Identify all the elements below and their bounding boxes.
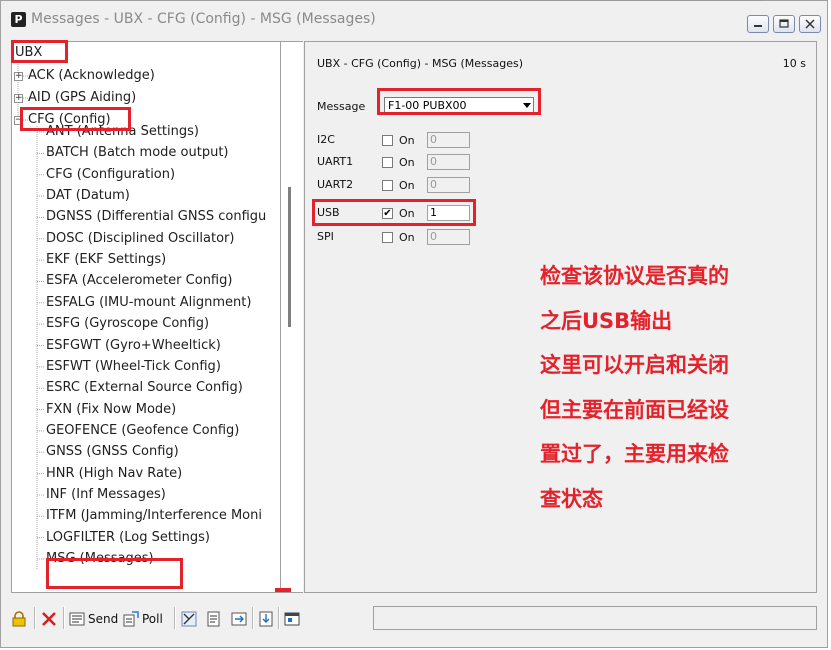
status-field: [373, 606, 817, 630]
refresh-rate: 10 s: [782, 57, 806, 70]
poll-button[interactable]: Poll: [142, 612, 163, 626]
expand-icon[interactable]: +: [14, 94, 23, 103]
transfer-icon[interactable]: [231, 611, 247, 627]
window-icon[interactable]: [284, 611, 300, 627]
messages-window: P Messages - UBX - CFG (Config) - MSG (M…: [0, 0, 828, 648]
poll-icon: [123, 611, 139, 627]
tree-scrollbar[interactable]: [281, 41, 303, 593]
annotation-line: 之后USB输出: [540, 308, 673, 333]
port-checkbox-uart2[interactable]: [382, 180, 393, 191]
highlight-usb-row: [312, 199, 476, 226]
highlight-ubx: [11, 40, 68, 63]
port-label-uart1: UART1: [317, 155, 354, 168]
close-icon[interactable]: [41, 611, 57, 627]
tree-item-cfg-child[interactable]: ESFWT (Wheel-Tick Config): [46, 358, 221, 376]
close-icon: [805, 19, 815, 29]
port-label-spi: SPI: [317, 230, 334, 243]
message-config-panel: UBX - CFG (Config) - MSG (Messages) 10 s…: [304, 41, 817, 593]
tree-item-ack[interactable]: ACK (Acknowledge): [28, 67, 155, 85]
maximize-icon: [779, 19, 789, 28]
tree-item-cfg-child[interactable]: HNR (High Nav Rate): [46, 465, 182, 483]
highlight-message-select: [377, 88, 541, 115]
lock-icon[interactable]: [11, 611, 27, 627]
tree-item-cfg-child[interactable]: ITFM (Jamming/Interference Moni: [46, 507, 262, 525]
tree-item-cfg-child[interactable]: ESFA (Accelerometer Config): [46, 272, 232, 290]
highlight-msg: [46, 558, 183, 589]
on-label: On: [399, 179, 415, 192]
tree-item-cfg-child[interactable]: ESFGWT (Gyro+Wheeltick): [46, 337, 221, 355]
port-checkbox-uart1[interactable]: [382, 157, 393, 168]
scrollbar-thumb[interactable]: [288, 187, 291, 327]
app-icon: P: [11, 12, 26, 27]
window-title: Messages - UBX - CFG (Config) - MSG (Mes…: [31, 11, 376, 27]
port-label-i2c: I2C: [317, 133, 335, 146]
red-marker: [275, 588, 291, 592]
message-label: Message: [317, 100, 366, 113]
import-icon[interactable]: [258, 611, 274, 627]
expand-icon[interactable]: +: [14, 72, 23, 81]
port-checkbox-i2c[interactable]: [382, 135, 393, 146]
port-rate-input-uart1[interactable]: 0: [427, 154, 470, 170]
tree-item-cfg-child[interactable]: GNSS (GNSS Config): [46, 443, 179, 461]
tree-item-cfg-child[interactable]: FXN (Fix Now Mode): [46, 401, 176, 419]
panel-title: UBX - CFG (Config) - MSG (Messages): [317, 57, 523, 70]
tree-item-cfg-child[interactable]: DAT (Datum): [46, 187, 130, 205]
tree-item-cfg-child[interactable]: ESRC (External Source Config): [46, 379, 243, 397]
send-button[interactable]: Send: [88, 612, 118, 626]
document-icon[interactable]: [206, 611, 222, 627]
on-label: On: [399, 156, 415, 169]
annotation-line: 这里可以开启和关闭: [540, 353, 729, 377]
send-icon: [69, 612, 85, 626]
on-label: On: [399, 231, 415, 244]
tree-item-cfg-child[interactable]: ESFALG (IMU-mount Alignment): [46, 294, 251, 312]
tree-item-cfg-child[interactable]: CFG (Configuration): [46, 166, 175, 184]
tree-item-cfg-child[interactable]: INF (Inf Messages): [46, 486, 166, 504]
port-label-uart2: UART2: [317, 178, 354, 191]
tree-item-cfg-child[interactable]: GEOFENCE (Geofence Config): [46, 422, 239, 440]
tree-item-cfg-child[interactable]: DGNSS (Differential GNSS configu: [46, 208, 266, 226]
tree-item-cfg-child[interactable]: BATCH (Batch mode output): [46, 144, 229, 162]
highlight-cfg: [20, 107, 131, 131]
tree-item-cfg-child[interactable]: LOGFILTER (Log Settings): [46, 529, 210, 547]
port-rate-input-spi[interactable]: 0: [427, 229, 470, 245]
minimize-icon: [754, 25, 762, 27]
minimize-button[interactable]: [747, 15, 769, 33]
annotation-line: 但主要在前面已经设: [540, 397, 729, 422]
tools-icon[interactable]: [181, 611, 197, 627]
tree-item-cfg-child[interactable]: EKF (EKF Settings): [46, 251, 166, 269]
on-label: On: [399, 134, 415, 147]
tree-item-cfg-child[interactable]: ESFG (Gyroscope Config): [46, 315, 209, 333]
title-bar: P Messages - UBX - CFG (Config) - MSG (M…: [1, 1, 827, 35]
port-rate-input-uart2[interactable]: 0: [427, 177, 470, 193]
tree-item-aid[interactable]: AID (GPS Aiding): [28, 89, 136, 107]
maximize-button[interactable]: [773, 15, 795, 33]
annotation-line: 查状态: [540, 486, 603, 511]
close-button[interactable]: [799, 15, 821, 33]
window-controls: [747, 15, 821, 33]
annotation-line: 置过了，主要用来检: [540, 442, 729, 466]
tree-item-cfg-child[interactable]: DOSC (Disciplined Oscillator): [46, 230, 234, 248]
annotation-line: 检查该协议是否真的: [540, 264, 729, 288]
port-rate-input-i2c[interactable]: 0: [427, 132, 470, 148]
port-checkbox-spi[interactable]: [382, 232, 393, 243]
